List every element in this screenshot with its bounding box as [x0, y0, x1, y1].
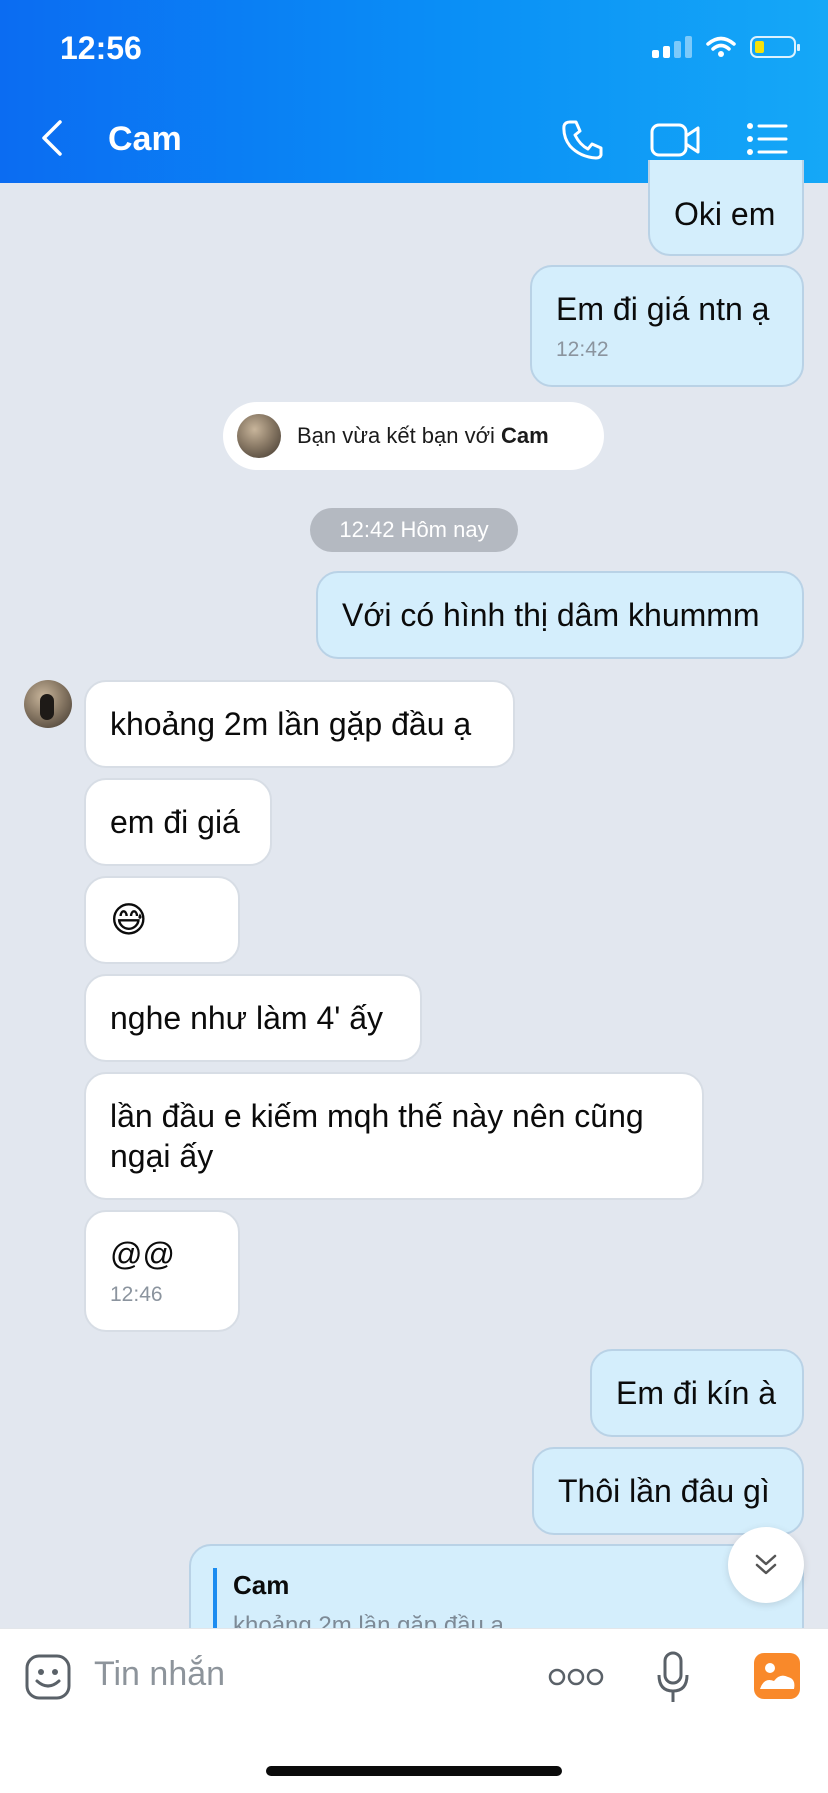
- sticker-icon[interactable]: [24, 1653, 72, 1701]
- message-bubble-outgoing[interactable]: Em đi giá ntn ạ 12:42: [530, 265, 804, 387]
- chat-header: 12:56 Cam: [0, 0, 828, 183]
- phone-icon[interactable]: [560, 118, 604, 160]
- wifi-icon: [706, 36, 736, 57]
- message-bubble-outgoing[interactable]: Em đi kín à: [590, 1349, 804, 1437]
- avatar: [237, 414, 281, 458]
- quote-sender: Cam: [233, 1570, 290, 1600]
- signal-icon: [652, 36, 692, 58]
- more-icon[interactable]: [548, 1667, 604, 1687]
- status-time: 12:56: [60, 30, 142, 66]
- notice-name: Cam: [501, 423, 549, 448]
- message-text: Em đi giá ntn ạ: [556, 291, 770, 327]
- message-time: 12:46: [110, 1283, 163, 1306]
- scroll-down-button[interactable]: [728, 1527, 804, 1603]
- message-input[interactable]: Tin nhắn: [94, 1655, 225, 1694]
- message-text: Với có hình thị dâm khummm: [342, 597, 760, 633]
- message-text: @@: [110, 1236, 175, 1272]
- friend-notice: Bạn vừa kết bạn với Cam: [223, 402, 604, 470]
- message-bubble-incoming[interactable]: em đi giá: [84, 778, 272, 866]
- video-call-icon[interactable]: [650, 122, 702, 158]
- message-emoji: 😅: [110, 899, 148, 940]
- message-bubble-outgoing[interactable]: Oki em: [648, 160, 804, 256]
- message-text: khoảng 2m lần gặp đầu ạ: [110, 706, 472, 742]
- scroll-down-icon: [755, 1554, 777, 1575]
- message-text: nghe như làm 4' ấy: [110, 1000, 384, 1036]
- message-text: Oki em: [674, 196, 776, 232]
- message-text: em đi giá: [110, 804, 240, 840]
- message-text: Thôi lần đâu gì: [558, 1473, 770, 1509]
- image-gallery-icon[interactable]: [752, 1651, 802, 1701]
- message-bubble-outgoing[interactable]: Thôi lần đâu gì: [532, 1447, 804, 1535]
- message-text: Em đi kín à: [616, 1375, 777, 1411]
- date-separator: 12:42 Hôm nay: [310, 508, 518, 552]
- message-time: 12:42: [556, 338, 609, 361]
- message-bubble-incoming[interactable]: nghe như làm 4' ấy: [84, 974, 422, 1062]
- avatar[interactable]: [24, 680, 72, 728]
- notice-prefix: Bạn vừa kết bạn với: [297, 423, 502, 448]
- menu-list-icon[interactable]: [746, 122, 788, 156]
- message-bubble-outgoing[interactable]: Với có hình thị dâm khummm: [316, 571, 804, 659]
- message-bubble-incoming[interactable]: lần đầu e kiếm mqh thế này nên cũng ngại…: [84, 1072, 704, 1200]
- battery-icon: [750, 36, 800, 58]
- microphone-icon[interactable]: [656, 1651, 690, 1705]
- chat-title[interactable]: Cam: [108, 120, 182, 159]
- status-icons: [652, 36, 800, 58]
- message-bubble-incoming[interactable]: 😅: [84, 876, 240, 964]
- message-bubble-incoming[interactable]: khoảng 2m lần gặp đầu ạ: [84, 680, 515, 768]
- back-icon[interactable]: [40, 118, 64, 158]
- message-text: lần đầu e kiếm mqh thế này nên cũng ngại…: [110, 1098, 644, 1174]
- message-bubble-incoming[interactable]: @@ 12:46: [84, 1210, 240, 1332]
- home-indicator: [266, 1766, 562, 1776]
